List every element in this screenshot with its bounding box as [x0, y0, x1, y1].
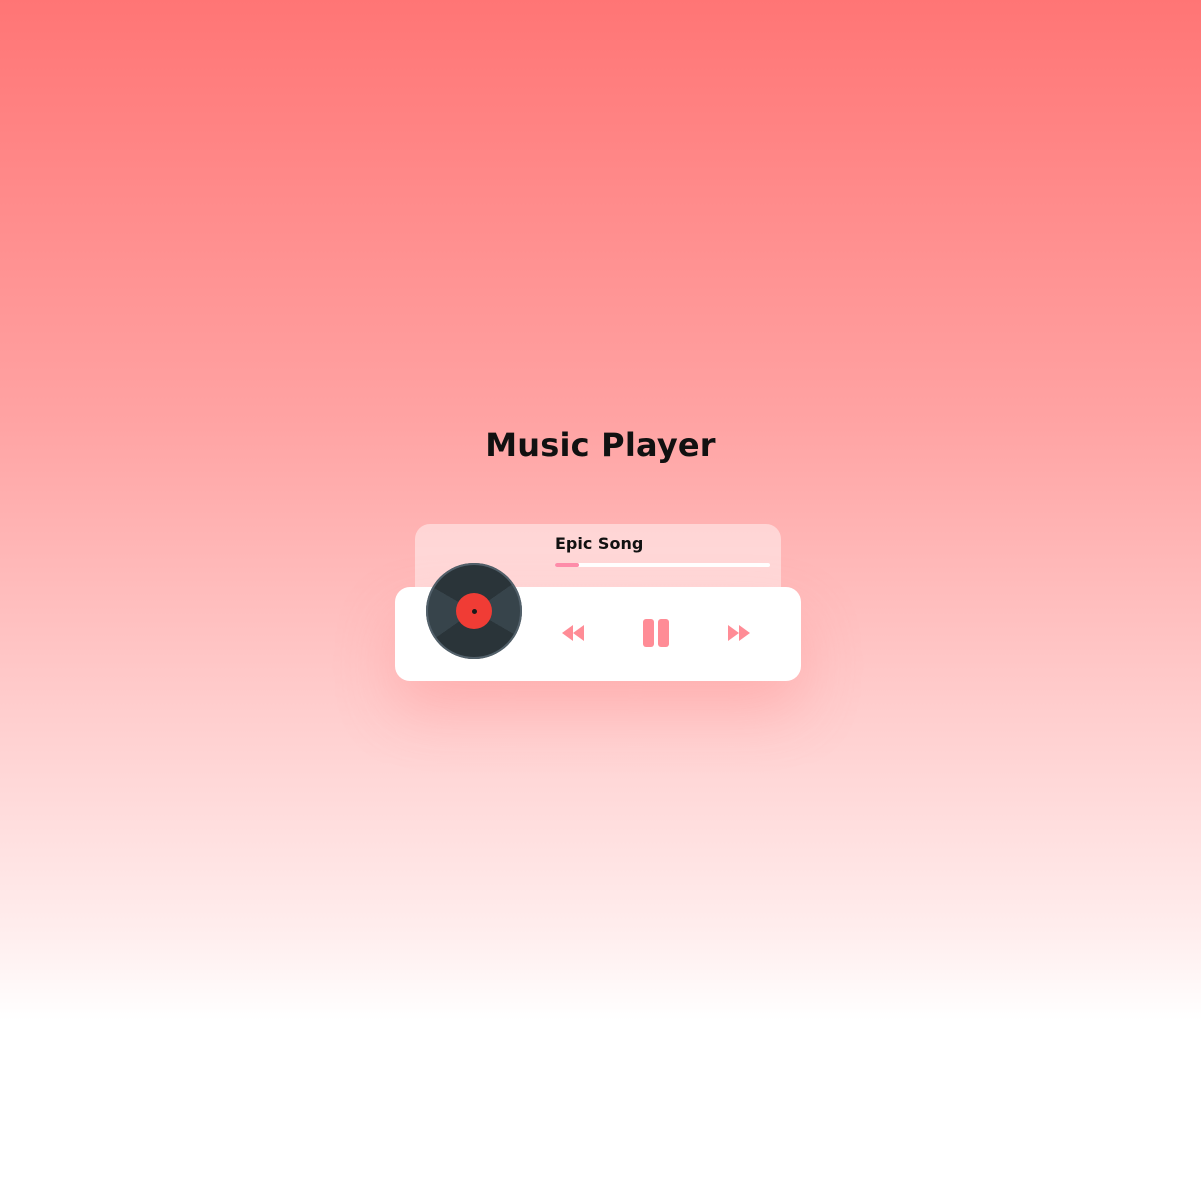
progress-bar[interactable] — [555, 563, 770, 567]
pause-icon — [643, 619, 669, 647]
disc-label — [456, 593, 492, 629]
disc-hole — [471, 608, 477, 614]
next-button[interactable] — [728, 622, 754, 644]
rewind-icon — [562, 625, 584, 641]
vinyl-disc-icon — [426, 563, 522, 659]
page-title: Music Player — [485, 426, 716, 464]
music-player: Epic Song — [395, 524, 801, 681]
song-title: Epic Song — [555, 534, 644, 553]
previous-button[interactable] — [562, 622, 588, 644]
pause-button[interactable] — [643, 618, 673, 648]
progress-fill — [555, 563, 579, 567]
fast-forward-icon — [728, 625, 750, 641]
